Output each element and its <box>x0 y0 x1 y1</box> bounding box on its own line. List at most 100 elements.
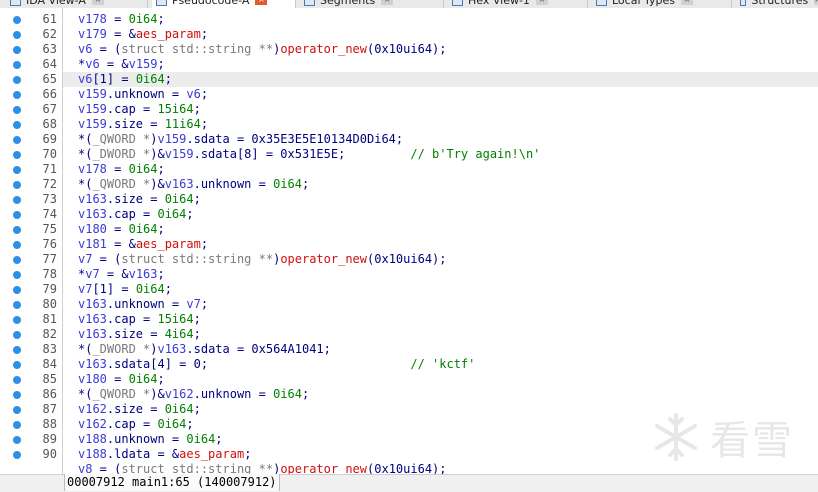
code-token: .size = <box>106 402 165 416</box>
code-line[interactable]: v178 = 0i64; <box>78 162 165 177</box>
code-token: )& <box>150 177 165 191</box>
code-token: aes_param <box>135 237 201 251</box>
status-address: 00007912 main1:65 (140007912) <box>64 474 280 491</box>
code-line[interactable]: v179 = &aes_param; <box>78 27 208 42</box>
line-number: 86 <box>42 387 57 401</box>
line-number: 63 <box>42 42 57 56</box>
code-token: v159 <box>78 87 107 101</box>
code-token: 0i64 <box>273 387 302 401</box>
tab-pseudocode-a[interactable]: Pseudocode-A × <box>152 0 296 8</box>
line-number: 89 <box>42 432 57 446</box>
code-line[interactable]: *(_DWORD *)&v159.sdata[8] = 0x531E5E; //… <box>78 147 540 162</box>
line-number: 87 <box>42 402 57 416</box>
code-line[interactable]: v163.sdata[4] = 0; // 'kctf' <box>78 357 475 372</box>
line-number: 64 <box>42 57 57 71</box>
tab-segments[interactable]: Segments × <box>300 0 444 8</box>
line-number: 76 <box>42 237 57 251</box>
code-token: .cap = <box>106 417 158 431</box>
code-line[interactable]: v180 = 0i64; <box>78 222 165 237</box>
tab-label: Structures <box>751 0 809 7</box>
code-line[interactable]: *(_QWORD *)&v163.unknown = 0i64; <box>78 177 309 192</box>
close-icon[interactable]: × <box>535 0 548 5</box>
code-token: .size = <box>106 192 165 206</box>
code-line[interactable]: v159.cap = 15i64; <box>78 102 201 117</box>
code-token: 0i64 <box>164 402 194 416</box>
close-icon[interactable]: × <box>814 0 818 5</box>
tab-ida-view-a[interactable]: IDA View-A × <box>6 0 148 8</box>
code-token: v163 <box>128 267 158 281</box>
code-line[interactable]: v163.unknown = v7; <box>78 297 208 312</box>
code-line[interactable]: v163.cap = 0i64; <box>78 207 194 222</box>
code-line[interactable]: v159.unknown = v6; <box>78 87 208 102</box>
close-icon[interactable]: × <box>381 0 394 5</box>
code-token: v162 <box>164 387 194 401</box>
code-line[interactable]: *(_QWORD *)v159.sdata = 0x35E3E5E10134D0… <box>78 132 403 147</box>
watermark-text: 看雪 <box>710 418 794 464</box>
code-line[interactable]: v163.size = 4i64; <box>78 327 201 342</box>
code-line[interactable]: v7[1] = 0i64; <box>78 282 172 297</box>
tab-label: Segments <box>320 0 376 7</box>
code-token: v163 <box>78 327 107 341</box>
code-line[interactable]: v6 = (struct std::string **)operator_new… <box>78 42 447 57</box>
code-token: [1] = <box>92 72 136 86</box>
code-token: [1] = <box>92 282 136 296</box>
line-number: 78 <box>42 267 57 281</box>
code-line[interactable]: v7 = (struct std::string **)operator_new… <box>78 252 447 267</box>
tab-structures[interactable]: Structures × <box>736 0 818 8</box>
line-number: 79 <box>42 282 57 296</box>
tab-icon <box>156 0 167 6</box>
tab-hex-view-1[interactable]: Hex View-1 × <box>448 0 588 8</box>
line-number: 85 <box>42 372 57 386</box>
code-token: v178 <box>78 162 107 176</box>
line-number: 73 <box>42 192 57 206</box>
code-line[interactable]: v163.cap = 15i64; <box>78 312 201 327</box>
code-line[interactable]: v159.size = 11i64; <box>78 117 208 132</box>
code-line[interactable]: *(_QWORD *)&v162.unknown = 0i64; <box>78 387 309 402</box>
code-line[interactable]: *(_DWORD *)v163.sdata = 0x564A1041; <box>78 342 331 357</box>
code-line[interactable]: v178 = 0i64; <box>78 12 165 27</box>
code-line[interactable]: v162.size = 0i64; <box>78 402 201 417</box>
line-number: 69 <box>42 132 57 146</box>
code-token: v162 <box>78 417 107 431</box>
code-line[interactable]: v180 = 0i64; <box>78 372 165 387</box>
code-line[interactable]: v181 = &aes_param; <box>78 237 208 252</box>
code-token: 0i64 <box>157 207 187 221</box>
close-icon[interactable]: × <box>91 0 104 5</box>
code-token: 0i64 <box>164 192 194 206</box>
code-token: 0i64 <box>128 222 158 236</box>
code-token: = <box>106 222 129 236</box>
code-token: .size = <box>106 117 165 131</box>
code-token: struct std::string ** <box>121 42 274 56</box>
line-number: 65 <box>42 72 57 86</box>
code-token: 15i64 <box>157 312 194 326</box>
code-token: *( <box>78 147 93 161</box>
close-icon[interactable]: × <box>255 0 268 5</box>
code-line[interactable]: v6[1] = 0i64; <box>78 72 172 87</box>
line-number: 90 <box>42 447 57 461</box>
code-token: = ( <box>92 42 122 56</box>
code-token: 15i64 <box>157 102 194 116</box>
code-token: ; <box>302 387 310 401</box>
code-token: v180 <box>78 222 107 236</box>
code-token: ; <box>157 222 165 236</box>
code-token: ; <box>157 267 165 281</box>
code-line[interactable]: *v7 = &v163; <box>78 267 165 282</box>
code-token: v159 <box>78 102 107 116</box>
code-line[interactable]: v163.size = 0i64; <box>78 192 201 207</box>
code-token: _QWORD * <box>92 387 151 401</box>
code-line[interactable]: v188.unknown = 0i64; <box>78 432 223 447</box>
line-number: 88 <box>42 417 57 431</box>
line-number: 80 <box>42 297 57 311</box>
code-line[interactable]: v162.cap = 0i64; <box>78 417 194 432</box>
code-token: v163 <box>78 297 107 311</box>
line-number: 74 <box>42 207 57 221</box>
code-line[interactable]: v188.ldata = &aes_param; <box>78 447 251 462</box>
code-token: 11i64 <box>164 117 201 131</box>
close-icon[interactable]: × <box>681 0 694 5</box>
code-token: .sdata[8] = 0x531E5E; <box>193 147 411 161</box>
code-token: ; <box>164 282 172 296</box>
code-token: .cap = <box>106 207 158 221</box>
code-token: *( <box>78 342 93 356</box>
code-line[interactable]: *v6 = &v159; <box>78 57 165 72</box>
tab-local-types[interactable]: Local Types × <box>592 0 732 8</box>
